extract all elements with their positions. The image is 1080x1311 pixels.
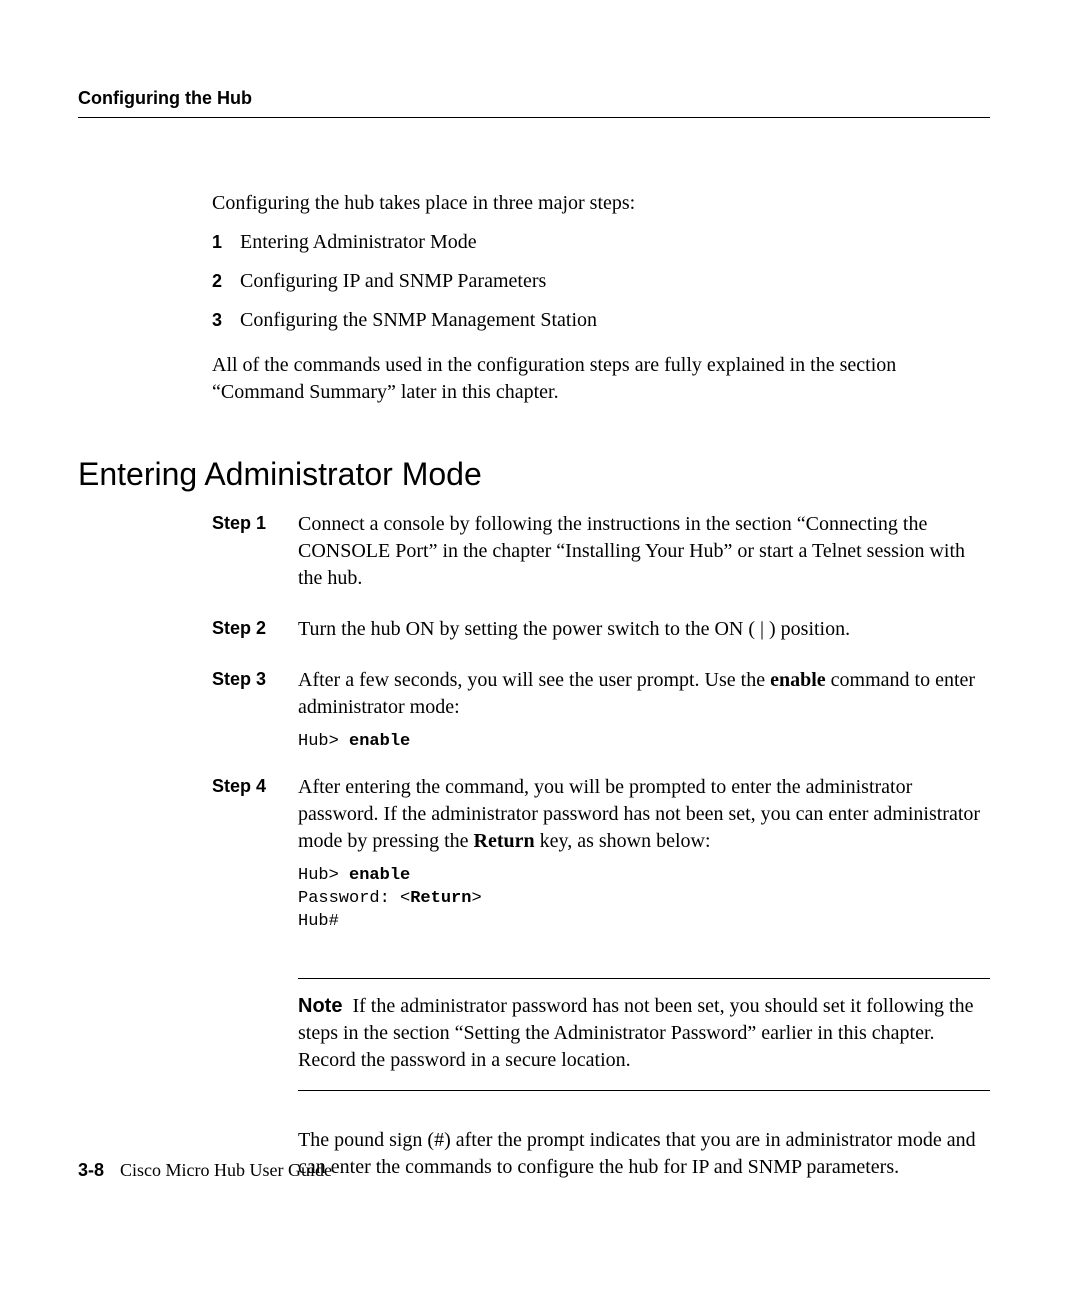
text-run: After a few seconds, you will see the us… — [298, 669, 770, 691]
running-head: Configuring the Hub — [78, 88, 990, 118]
step-label: Step 4 — [212, 774, 298, 797]
list-number: 1 — [212, 230, 240, 254]
intro-block: Configuring the hub takes place in three… — [212, 190, 990, 334]
code-plain: Hub> — [298, 866, 349, 885]
intro-list: 1 Entering Administrator Mode 2 Configur… — [212, 229, 990, 334]
note-label: Note — [298, 995, 342, 1017]
list-item: 1 Entering Administrator Mode — [212, 229, 990, 256]
page: Configuring the Hub Configuring the hub … — [0, 0, 1080, 1181]
bold-run: Return — [474, 830, 535, 852]
step-text: Connect a console by following the instr… — [298, 511, 990, 592]
step-1: Step 1 Connect a console by following th… — [212, 511, 990, 602]
intro-lead: Configuring the hub takes place in three… — [212, 190, 990, 217]
list-number: 2 — [212, 269, 240, 293]
step-label: Step 2 — [212, 616, 298, 639]
bold-run: enable — [770, 669, 826, 691]
list-text: Configuring the SNMP Management Station — [240, 307, 597, 334]
step-body: After a few seconds, you will see the us… — [298, 667, 990, 760]
step-text: After entering the command, you will be … — [298, 774, 990, 855]
step-label: Step 1 — [212, 511, 298, 534]
code-plain: Hub# — [298, 912, 339, 931]
step-text: After a few seconds, you will see the us… — [298, 667, 990, 721]
step-3: Step 3 After a few seconds, you will see… — [212, 667, 990, 760]
list-number: 3 — [212, 308, 240, 332]
step-2: Step 2 Turn the hub ON by setting the po… — [212, 616, 990, 653]
code-plain: Password: < — [298, 889, 410, 908]
code-bold: Return — [410, 889, 471, 908]
code-bold: enable — [349, 732, 410, 751]
list-item: 3 Configuring the SNMP Management Statio… — [212, 307, 990, 334]
closing-paragraph: The pound sign (#) after the prompt indi… — [298, 1127, 990, 1181]
intro-tail: All of the commands used in the configur… — [212, 352, 990, 406]
section-heading: Entering Administrator Mode — [78, 456, 990, 493]
step-body: Turn the hub ON by setting the power swi… — [298, 616, 990, 653]
note-block: Note If the administrator password has n… — [298, 978, 990, 1091]
list-text: Configuring IP and SNMP Parameters — [240, 268, 546, 295]
page-footer: 3-8 Cisco Micro Hub User Guide — [78, 1160, 332, 1181]
step-body: After entering the command, you will be … — [298, 774, 990, 940]
doc-title: Cisco Micro Hub User Guide — [120, 1160, 332, 1180]
step-4: Step 4 After entering the command, you w… — [212, 774, 990, 940]
code-bold: enable — [349, 866, 410, 885]
list-text: Entering Administrator Mode — [240, 229, 477, 256]
code-block: Hub> enable Password: <Return> Hub# — [298, 865, 990, 934]
code-plain: > — [471, 889, 481, 908]
step-label: Step 3 — [212, 667, 298, 690]
text-run: key, as shown below: — [535, 830, 711, 852]
step-body: Connect a console by following the instr… — [298, 511, 990, 602]
note-text: If the administrator password has not be… — [298, 995, 973, 1071]
after-steps: Note If the administrator password has n… — [298, 978, 990, 1181]
steps: Step 1 Connect a console by following th… — [212, 511, 990, 940]
code-block: Hub> enable — [298, 731, 990, 754]
code-plain: Hub> — [298, 732, 349, 751]
step-text: Turn the hub ON by setting the power swi… — [298, 616, 990, 643]
list-item: 2 Configuring IP and SNMP Parameters — [212, 268, 990, 295]
page-number: 3-8 — [78, 1160, 104, 1180]
